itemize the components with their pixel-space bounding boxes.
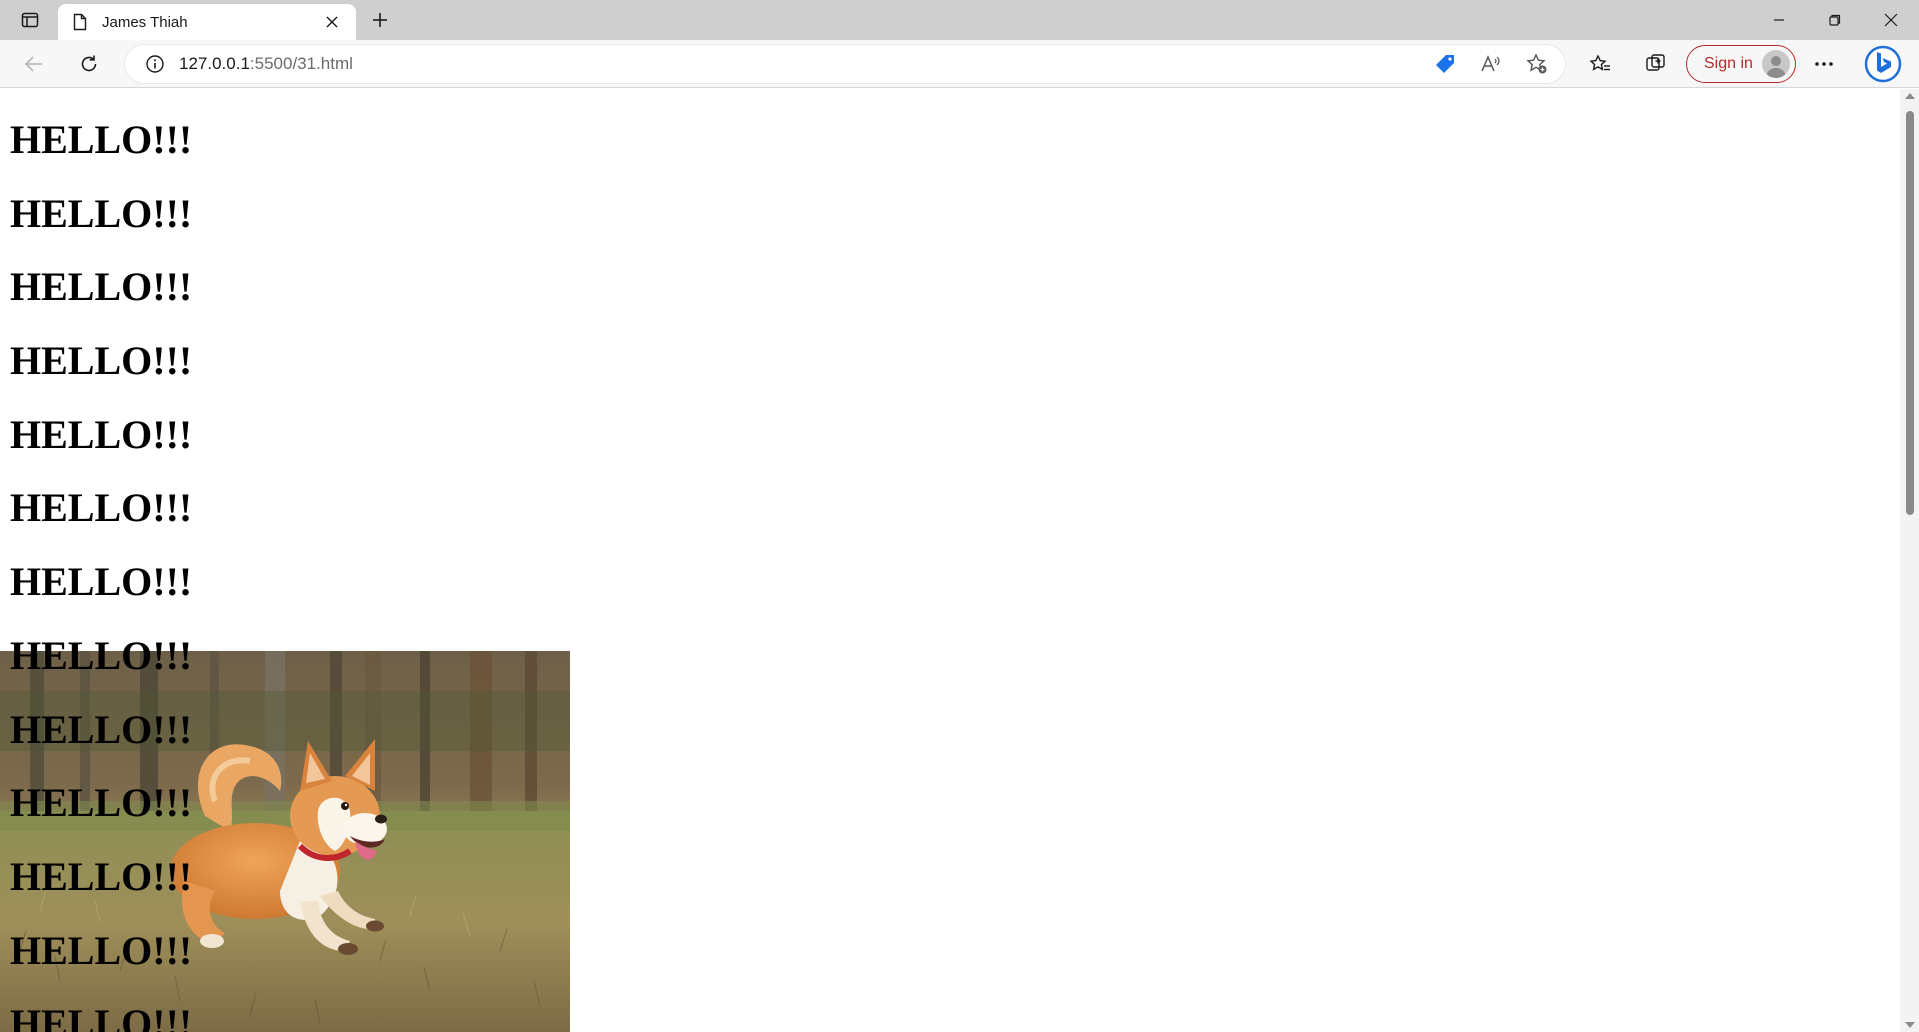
scroll-down-arrow-icon[interactable] — [1905, 1022, 1915, 1028]
more-icon — [1815, 62, 1833, 66]
refresh-icon — [81, 55, 97, 72]
vertical-scrollbar[interactable] — [1900, 89, 1919, 1032]
sign-in-label: Sign in — [1704, 55, 1753, 72]
info-icon[interactable] — [145, 54, 165, 74]
settings-more-button[interactable] — [1806, 48, 1842, 80]
plus-icon — [373, 13, 387, 27]
copilot-button[interactable] — [1862, 44, 1904, 84]
tab-strip: James Thiah — [0, 0, 1919, 40]
hello-heading: HELLO!!! — [10, 706, 193, 752]
hello-heading: HELLO!!! — [10, 338, 193, 384]
document-icon — [70, 12, 90, 32]
tab-title: James Thiah — [102, 13, 188, 31]
close-window-button[interactable] — [1863, 0, 1919, 40]
read-aloud-icon — [1481, 55, 1500, 72]
browser-toolbar: 127.0.0.1:5500/31.html Sign in — [0, 40, 1919, 88]
url-host: 127.0.0.1 — [179, 54, 250, 73]
address-bar-actions — [1425, 48, 1557, 80]
restore-icon — [1829, 14, 1841, 26]
hello-heading: HELLO!!! — [10, 632, 193, 678]
hello-heading: HELLO!!! — [10, 780, 193, 826]
minimize-icon — [1774, 19, 1784, 21]
coupon-button[interactable] — [1425, 48, 1465, 80]
hello-heading: HELLO!!! — [10, 264, 193, 310]
url-text[interactable]: 127.0.0.1:5500/31.html — [179, 54, 353, 74]
scrollbar-thumb[interactable] — [1906, 111, 1914, 515]
bing-copilot-icon — [1864, 45, 1902, 83]
hello-heading: HELLO!!! — [10, 190, 193, 236]
new-tab-button[interactable] — [364, 6, 396, 34]
collections-button[interactable] — [1638, 48, 1674, 80]
address-bar[interactable]: 127.0.0.1:5500/31.html — [125, 45, 1565, 83]
favorites-icon — [1589, 54, 1610, 71]
back-button[interactable] — [16, 48, 52, 80]
scroll-up-arrow-icon[interactable] — [1905, 93, 1915, 99]
tag-icon — [1436, 55, 1454, 73]
close-icon — [326, 16, 338, 28]
read-aloud-button[interactable] — [1471, 48, 1511, 80]
add-favorite-button[interactable] — [1517, 48, 1557, 80]
hello-heading: HELLO!!! — [10, 485, 193, 531]
hello-heading: HELLO!!! — [10, 559, 193, 605]
arrow-left-icon — [24, 56, 42, 72]
star-add-icon — [1526, 53, 1547, 74]
hello-heading: HELLO!!! — [10, 927, 193, 973]
browser-window: James Thiah 127.0.0.1:5500/31.html Sign … — [0, 0, 1919, 1032]
collections-icon — [1646, 54, 1665, 71]
tab-actions-icon — [21, 12, 39, 28]
favorites-button[interactable] — [1582, 48, 1618, 80]
avatar — [1762, 50, 1790, 78]
hello-heading: HELLO!!! — [10, 411, 193, 457]
refresh-button[interactable] — [71, 48, 107, 80]
tab-actions-button[interactable] — [10, 6, 50, 34]
hello-heading: HELLO!!! — [10, 853, 193, 899]
person-icon — [1767, 56, 1785, 78]
close-tab-button[interactable] — [320, 10, 344, 34]
restore-button[interactable] — [1807, 0, 1863, 40]
page-viewport: HELLO!!! HELLO!!! HELLO!!! HELLO!!! HELL… — [0, 89, 1900, 1032]
sign-in-button[interactable]: Sign in — [1686, 45, 1796, 83]
window-controls — [1751, 0, 1919, 40]
minimize-button[interactable] — [1751, 0, 1807, 40]
heading-list: HELLO!!! HELLO!!! HELLO!!! HELLO!!! HELL… — [10, 116, 192, 1032]
hello-heading: HELLO!!! — [10, 117, 193, 162]
active-tab[interactable]: James Thiah — [58, 4, 356, 40]
url-path: :5500/31.html — [249, 54, 353, 73]
close-icon — [1884, 13, 1898, 27]
hello-heading: HELLO!!! — [10, 1001, 193, 1032]
